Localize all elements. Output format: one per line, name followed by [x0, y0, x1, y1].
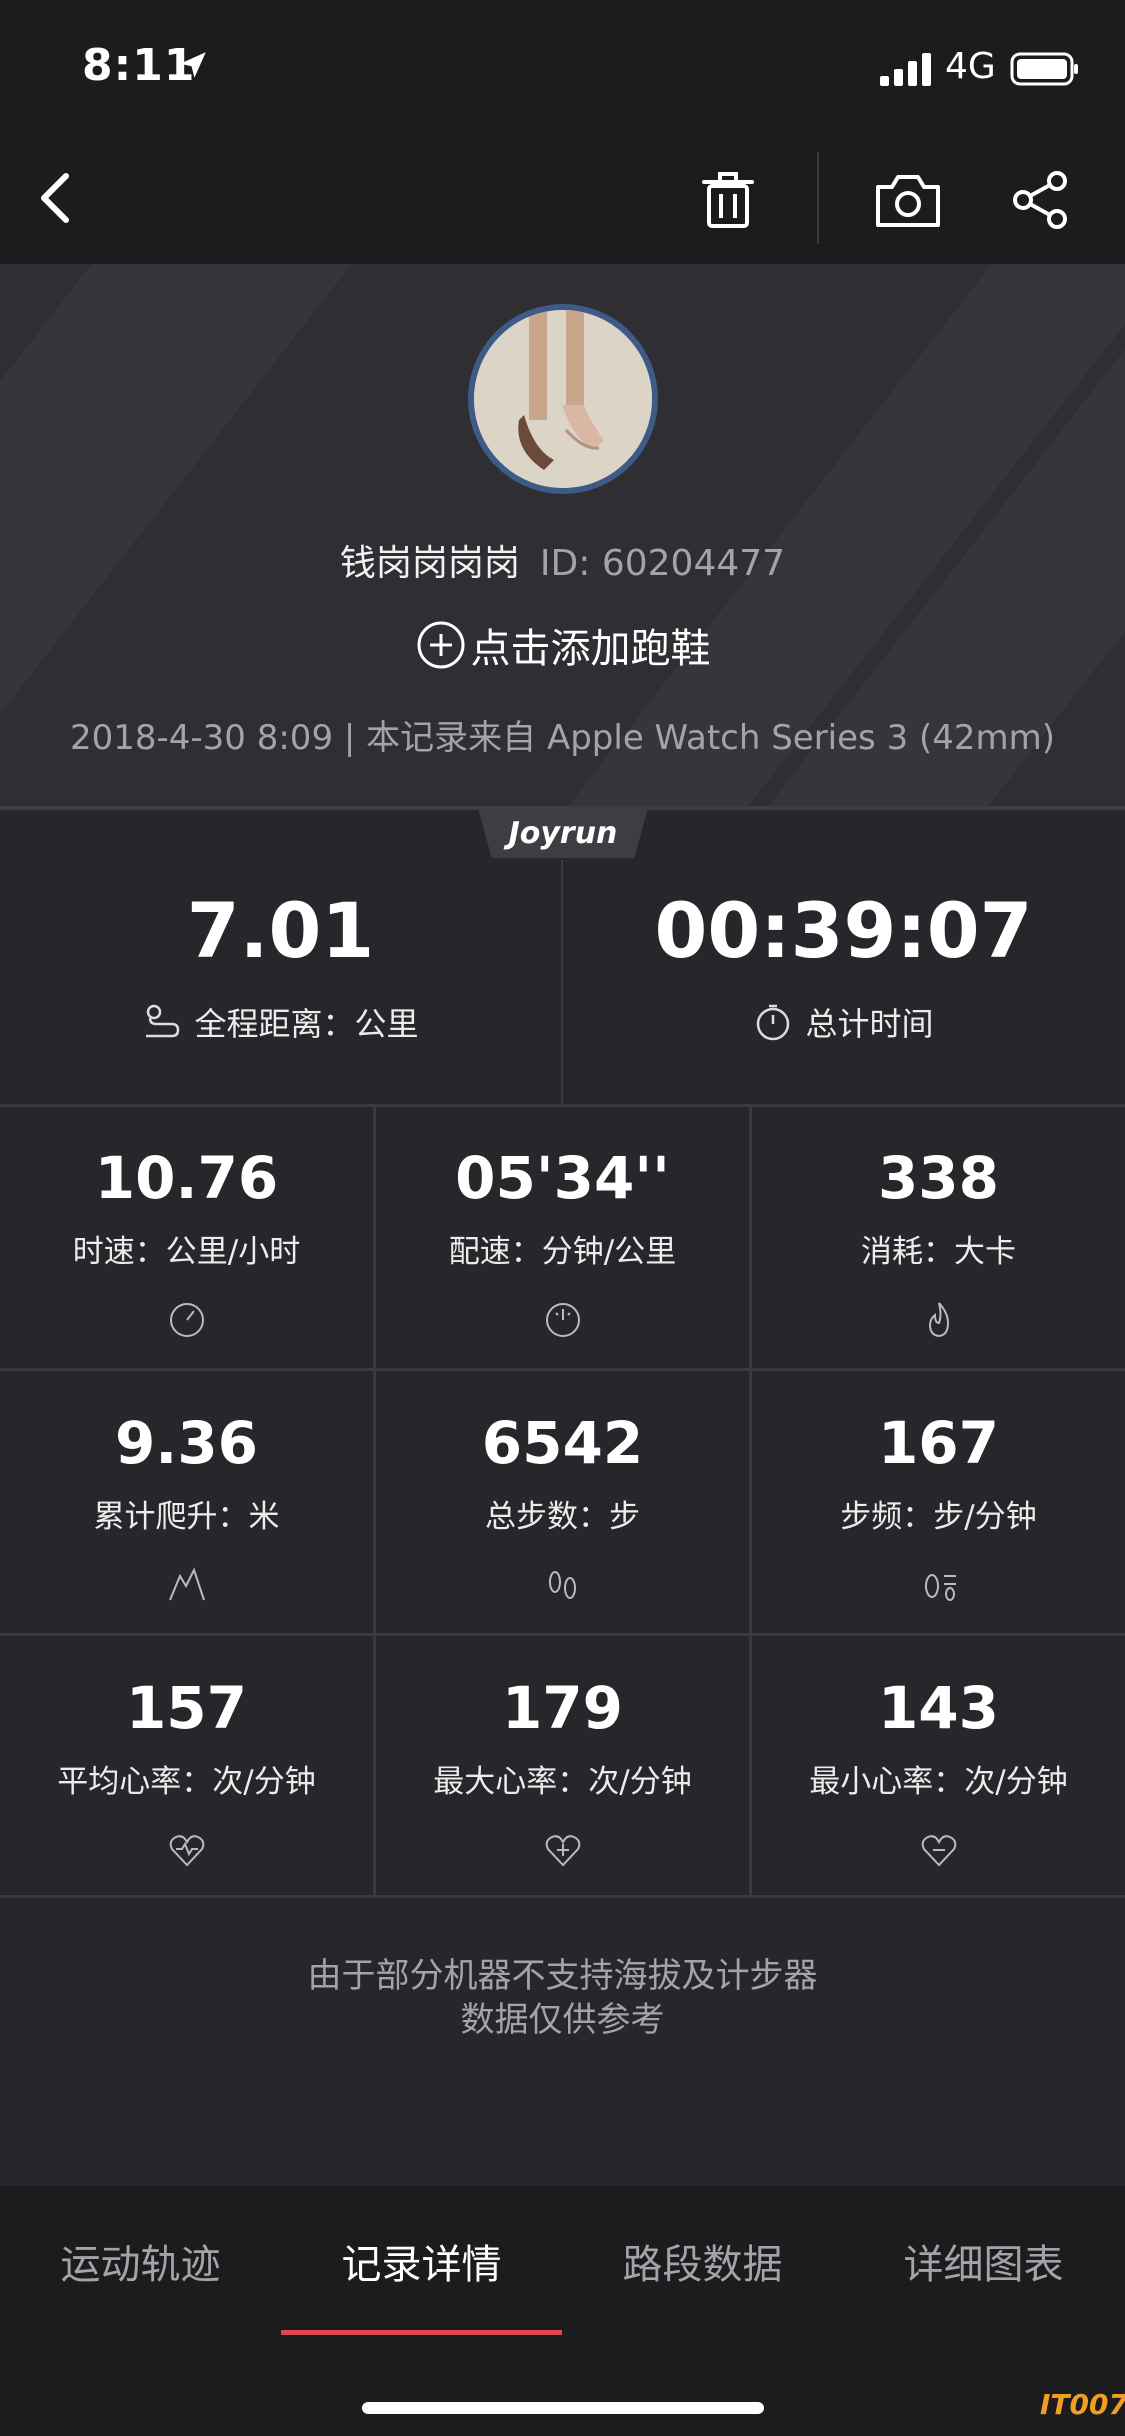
user-info: 钱岗岗岗岗 ID: 60204477	[0, 534, 1125, 586]
cadence-stat: 167 步频：步/分钟	[752, 1371, 1125, 1633]
plus-circle-icon	[417, 621, 464, 669]
tab-detailed-charts[interactable]: 详细图表	[843, 2232, 1124, 2290]
profile-header: 钱岗岗岗岗 ID: 60204477 点击添加跑鞋 2018-4-30 8:09 …	[0, 264, 1125, 806]
share-button[interactable]	[1000, 162, 1080, 238]
share-icon	[1013, 171, 1067, 229]
distance-label: 全程距离：公里	[194, 1005, 419, 1043]
avg-heart-rate-value: 157	[125, 1674, 248, 1742]
speed-stat: 10.76 时速：公里/小时	[0, 1106, 373, 1368]
min-heart-rate-label: 最小心率：次/分钟	[809, 1764, 1068, 1800]
total-time-label: 总计时间	[805, 1005, 934, 1043]
camera-icon	[876, 175, 940, 227]
add-shoe-button[interactable]: 点击添加跑鞋	[0, 616, 1125, 674]
distance-stat: 7.01 全程距离：公里	[0, 810, 561, 1104]
avg-heart-rate-label: 平均心率：次/分钟	[57, 1764, 316, 1800]
flame-icon	[928, 1302, 949, 1338]
heart-plus-icon	[545, 1835, 580, 1867]
total-time-stat: 00:39:07 总计时间	[563, 810, 1124, 1104]
back-button[interactable]	[20, 162, 92, 234]
battery-icon	[1010, 52, 1078, 86]
cadence-value: 167	[877, 1409, 1000, 1477]
speedometer-icon	[169, 1303, 204, 1337]
nav-bar	[0, 132, 1125, 264]
elevation-label: 累计爬升：米	[93, 1499, 280, 1535]
status-bar: 8:11 4G	[0, 0, 1125, 132]
total-time-label-row: 总计时间	[563, 999, 1124, 1045]
user-id: ID: 60204477	[539, 543, 786, 584]
route-icon	[146, 1004, 180, 1038]
tab-segment-data[interactable]: 路段数据	[562, 2232, 843, 2290]
calories-value: 338	[877, 1144, 1000, 1212]
user-name: 钱岗岗岗岗	[339, 543, 520, 584]
nav-divider	[817, 152, 819, 244]
elevation-value: 9.36	[114, 1409, 259, 1477]
signal-icon	[880, 53, 931, 86]
min-heart-rate-value: 143	[877, 1674, 1000, 1742]
disclaimer-line-1: 由于部分机器不支持海拔及计步器	[307, 1956, 818, 1996]
pace-value: 05'34''	[455, 1144, 670, 1212]
heart-wave-icon	[169, 1835, 204, 1867]
elevation-stat: 9.36 累计爬升：米	[0, 1371, 373, 1633]
stopwatch-icon	[757, 1004, 790, 1041]
speed-label: 时速：公里/小时	[72, 1234, 301, 1270]
pace-dial-icon	[545, 1303, 580, 1337]
min-heart-rate-stat: 143 最小心率：次/分钟	[752, 1636, 1125, 1898]
location-arrow-icon	[180, 52, 206, 78]
camera-button[interactable]	[868, 162, 948, 238]
avg-heart-rate-stat: 157 平均心率：次/分钟	[0, 1636, 373, 1898]
speed-value: 10.76	[94, 1144, 279, 1212]
record-source-info: 2018-4-30 8:09 | 本记录来自 Apple Watch Serie…	[69, 718, 1056, 758]
bottom-tab-bar: 运动轨迹 记录详情 路段数据 详细图表	[0, 2186, 1125, 2436]
home-indicator[interactable]	[362, 2402, 764, 2414]
max-heart-rate-label: 最大心率：次/分钟	[433, 1764, 692, 1800]
footprints-icon	[548, 1571, 576, 1599]
tab-track[interactable]: 运动轨迹	[0, 2232, 281, 2290]
heart-minus-icon	[921, 1835, 956, 1867]
back-icon	[41, 173, 69, 223]
pace-stat: 05'34'' 配速：分钟/公里	[376, 1106, 749, 1368]
add-shoe-label: 点击添加跑鞋	[470, 626, 711, 672]
cadence-label: 步频：步/分钟	[840, 1499, 1037, 1535]
delete-button[interactable]	[690, 162, 766, 238]
pace-label: 配速：分钟/公里	[448, 1234, 677, 1270]
disclaimer-line-2: 数据仅供参考	[460, 2000, 665, 2040]
active-tab-indicator	[281, 2330, 562, 2335]
data-disclaimer: 由于部分机器不支持海拔及计步器 数据仅供参考	[0, 1954, 1125, 2042]
avatar-image	[474, 310, 652, 488]
distance-label-row: 全程距离：公里	[0, 999, 561, 1045]
distance-value: 7.01	[186, 886, 375, 975]
stats-grid: 10.76 时速：公里/小时 05'34'' 配速：分钟/公里 338 消耗：大…	[0, 1104, 1125, 1898]
max-heart-rate-stat: 179 最大心率：次/分钟	[376, 1636, 749, 1898]
avatar[interactable]	[468, 304, 658, 494]
max-heart-rate-value: 179	[501, 1674, 624, 1742]
steps-label: 总步数：步	[485, 1499, 640, 1535]
steps-value: 6542	[481, 1409, 644, 1477]
watermark-logo: IT007	[1040, 2388, 1125, 2421]
mountain-icon	[168, 1567, 205, 1601]
network-type: 4G	[945, 46, 996, 87]
brand-tab: Joyrun	[478, 808, 648, 858]
calories-label: 消耗：大卡	[861, 1234, 1016, 1270]
cadence-icon	[924, 1574, 956, 1601]
total-time-value: 00:39:07	[654, 886, 1033, 975]
trash-icon	[702, 172, 754, 228]
steps-stat: 6542 总步数：步	[376, 1371, 749, 1633]
tab-record-details[interactable]: 记录详情	[281, 2232, 562, 2290]
calories-stat: 338 消耗：大卡	[752, 1106, 1125, 1368]
